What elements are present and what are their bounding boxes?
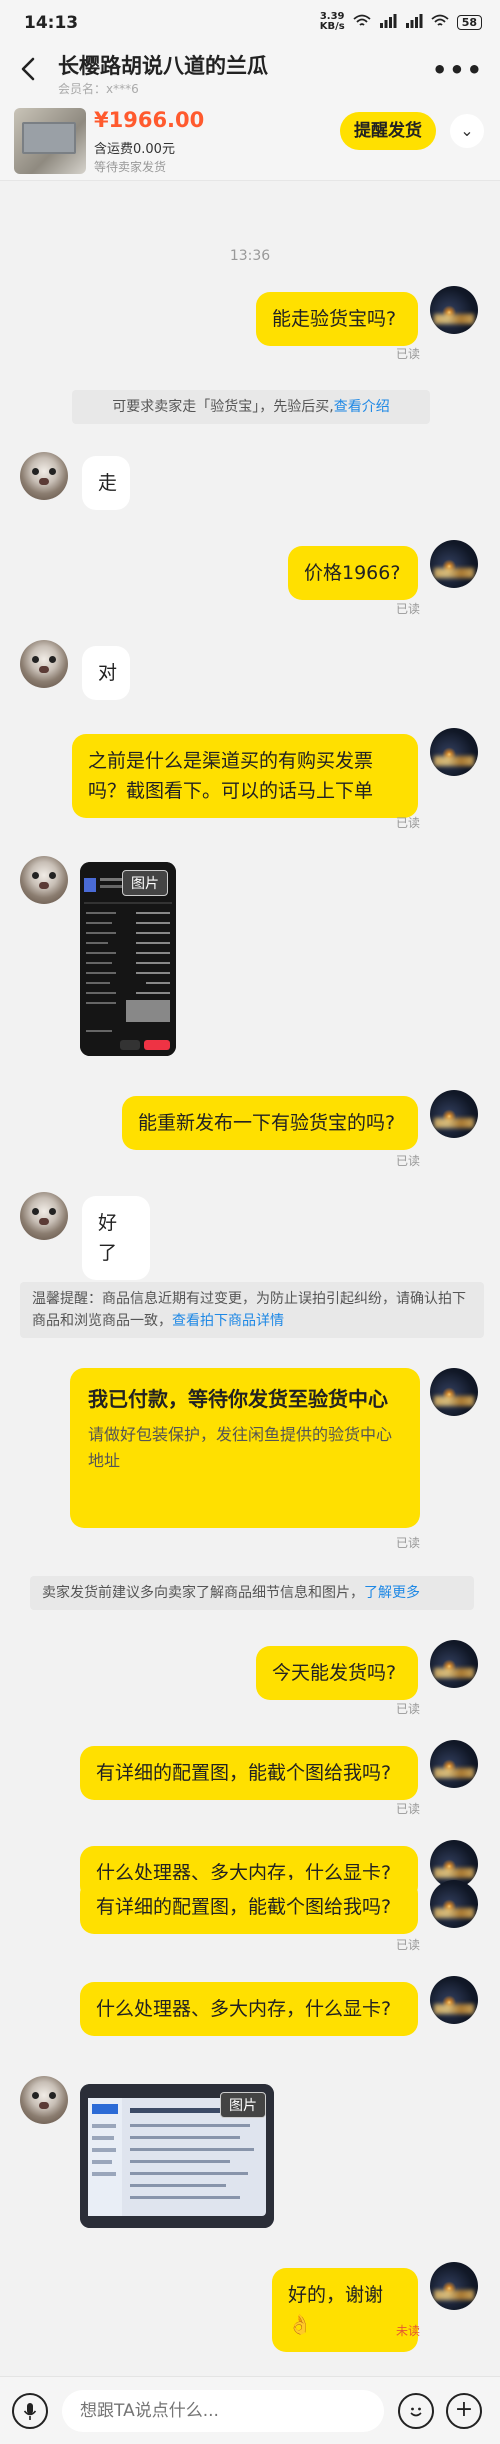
product-bar[interactable]: ¥1966.00 含运费0.00元 等待卖家发货 提醒发货 ⌄ xyxy=(0,100,500,181)
chat-timestamp: 13:36 xyxy=(229,248,271,264)
message-bubble[interactable]: 能走验货宝吗? xyxy=(256,292,418,346)
more-icon[interactable]: ••• xyxy=(432,56,484,84)
message-bubble[interactable]: 走 xyxy=(82,456,130,510)
my-avatar[interactable] xyxy=(430,540,478,588)
message-input[interactable] xyxy=(62,2390,384,2432)
member-name: 会员名：x***6 xyxy=(58,82,139,96)
read-receipt: 已读 xyxy=(396,1536,421,1550)
my-avatar[interactable] xyxy=(430,1740,478,1788)
wifi-icon-2 xyxy=(431,14,449,31)
wifi-icon xyxy=(353,14,371,31)
payment-card[interactable]: 我已付款，等待你发货至验货中心 请做好包装保护，发往闲鱼提供的验货中心地址 xyxy=(70,1368,420,1528)
message-bubble[interactable]: 能重新发布一下有验货宝的吗? xyxy=(122,1096,418,1150)
message-bubble[interactable]: 好了 xyxy=(82,1196,150,1280)
read-receipt: 已读 xyxy=(396,816,421,830)
read-receipt: 已读 xyxy=(396,347,421,361)
seller-avatar[interactable] xyxy=(20,452,68,500)
read-receipt: 已读 xyxy=(396,1938,421,1952)
signal-icon xyxy=(379,13,397,31)
seller-avatar[interactable] xyxy=(20,1192,68,1240)
voice-icon[interactable] xyxy=(12,2393,48,2429)
chevron-down-icon[interactable]: ⌄ xyxy=(450,114,484,148)
my-avatar[interactable] xyxy=(430,1976,478,2024)
view-order-detail-link[interactable]: 查看拍下商品详情 xyxy=(172,1313,284,1329)
read-receipt: 已读 xyxy=(396,602,421,616)
seller-tip-notice: 卖家发货前建议多向卖家了解商品细节信息和图片，了解更多 xyxy=(30,1576,474,1610)
my-avatar[interactable] xyxy=(430,1880,478,1928)
order-status: 等待卖家发货 xyxy=(94,160,167,174)
chat-title: 长樱路胡说八道的兰瓜 xyxy=(58,54,268,78)
my-avatar[interactable] xyxy=(430,286,478,334)
message-bubble[interactable]: 之前是什么是渠道买的有购买发票吗？截图看下。可以的话马上下单 xyxy=(72,734,418,818)
message-bubble[interactable]: 什么处理器、多大内存，什么显卡? xyxy=(80,1982,418,2036)
signal-icon-2 xyxy=(405,13,423,31)
image-tag: 图片 xyxy=(122,870,168,896)
status-bar: 14:13 3.39 KB/s 58 xyxy=(0,0,500,44)
message-bubble[interactable]: 有详细的配置图，能截个图给我吗? xyxy=(80,1880,418,1934)
my-avatar[interactable] xyxy=(430,1368,478,1416)
emoji-icon[interactable] xyxy=(398,2393,434,2429)
plus-icon[interactable]: + xyxy=(446,2393,482,2429)
image-tag: 图片 xyxy=(220,2092,266,2118)
inspection-notice: 可要求卖家走「验货宝」，先验后买,查看介绍 xyxy=(72,390,430,424)
product-thumbnail[interactable] xyxy=(14,108,86,174)
unread-receipt: 未读 xyxy=(396,2324,421,2338)
chat-header: 长樱路胡说八道的兰瓜 会员名：x***6 ••• xyxy=(0,44,500,100)
card-title: 我已付款，等待你发货至验货中心 xyxy=(88,1387,388,1411)
my-avatar[interactable] xyxy=(430,728,478,776)
seller-avatar[interactable] xyxy=(20,2076,68,2124)
my-avatar[interactable] xyxy=(430,2262,478,2310)
learn-more-link[interactable]: 了解更多 xyxy=(364,1585,420,1601)
card-desc: 请做好包装保护，发往闲鱼提供的验货中心地址 xyxy=(88,1425,393,1470)
status-time: 14:13 xyxy=(24,13,79,33)
remind-ship-button[interactable]: 提醒发货 xyxy=(340,112,436,150)
back-icon[interactable] xyxy=(14,54,44,84)
shipping-fee: 含运费0.00元 xyxy=(94,142,175,157)
product-price: ¥1966.00 xyxy=(94,108,205,132)
read-receipt: 已读 xyxy=(396,1802,421,1816)
seller-avatar[interactable] xyxy=(20,640,68,688)
message-bubble[interactable]: 好的，谢谢👌 xyxy=(272,2268,418,2352)
message-bubble[interactable]: 今天能发货吗? xyxy=(256,1646,418,1700)
message-bubble[interactable]: 价格1966? xyxy=(288,546,418,600)
input-bar: + xyxy=(0,2376,500,2444)
product-change-notice: 温馨提醒：商品信息近期有过变更，为防止误拍引起纠纷，请确认拍下商品和浏览商品一致… xyxy=(20,1282,484,1338)
read-receipt: 已读 xyxy=(396,1702,421,1716)
seller-avatar[interactable] xyxy=(20,856,68,904)
my-avatar[interactable] xyxy=(430,1640,478,1688)
message-bubble[interactable]: 对 xyxy=(82,646,130,700)
my-avatar[interactable] xyxy=(430,1090,478,1138)
image-message[interactable]: 图片 xyxy=(80,2084,274,2228)
message-bubble[interactable]: 有详细的配置图，能截个图给我吗? xyxy=(80,1746,418,1800)
view-intro-link[interactable]: 查看介绍 xyxy=(334,399,390,415)
read-receipt: 已读 xyxy=(396,1154,421,1168)
network-speed: 3.39 KB/s xyxy=(319,11,345,32)
image-message[interactable]: 图片 xyxy=(80,862,176,1056)
battery-icon: 58 xyxy=(456,14,482,30)
